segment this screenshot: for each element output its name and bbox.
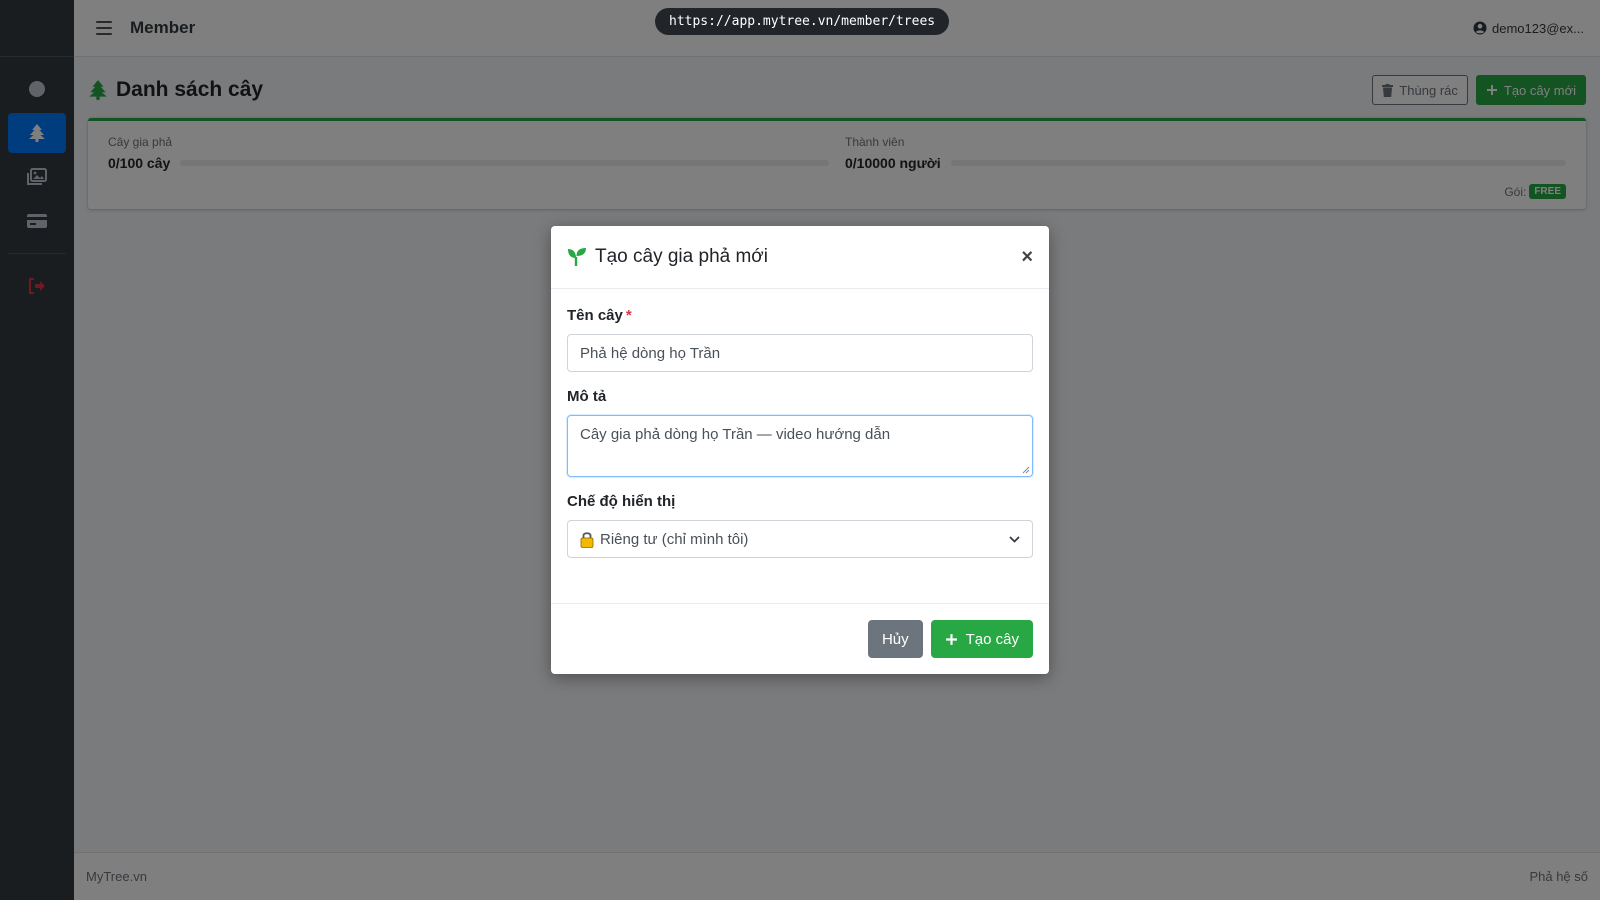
- description-value: Cây gia phả dòng họ Trần — video hướng d…: [580, 426, 891, 443]
- tree-name-value: Phả hệ dòng họ Trần: [580, 344, 721, 362]
- name-label: Tên cây *: [567, 307, 1033, 324]
- visibility-value: Riêng tư (chỉ mình tôi): [600, 530, 749, 548]
- submit-create-button[interactable]: Tạo cây: [930, 620, 1033, 658]
- description-label: Mô tả: [567, 388, 607, 405]
- chevron-down-icon: [1009, 535, 1020, 543]
- name-label-text: Tên cây: [567, 307, 623, 324]
- modal-title-text: Tạo cây gia phả mới: [595, 246, 768, 267]
- name-group: Tên cây * Phả hệ dòng họ Trần: [567, 307, 1033, 372]
- cancel-button[interactable]: Hủy: [867, 620, 923, 658]
- lock-icon: [580, 531, 594, 548]
- modal-title: Tạo cây gia phả mới: [567, 246, 768, 268]
- modal-header: Tạo cây gia phả mới ×: [551, 226, 1049, 289]
- seedling-icon: [568, 248, 586, 266]
- visibility-group: Chế độ hiển thị Riêng tư (chỉ mình tôi): [567, 493, 1033, 558]
- close-icon[interactable]: ×: [1021, 247, 1033, 267]
- modal-body: Tên cây * Phả hệ dòng họ Trần Mô tả Cây g…: [551, 289, 1049, 558]
- resize-grip-icon[interactable]: [1022, 466, 1030, 474]
- create-tree-modal: Tạo cây gia phả mới × Tên cây * Phả hệ dò…: [551, 226, 1049, 674]
- description-textarea[interactable]: Cây gia phả dòng họ Trần — video hướng d…: [567, 415, 1033, 477]
- plus-icon: [945, 633, 957, 645]
- url-display: https://app.mytree.vn/member/trees: [655, 8, 950, 35]
- cancel-button-label: Hủy: [881, 630, 909, 648]
- tree-name-input[interactable]: Phả hệ dòng họ Trần: [567, 334, 1033, 372]
- description-group: Mô tả Cây gia phả dòng họ Trần — video h…: [567, 388, 1033, 477]
- modal-footer: Hủy Tạo cây: [551, 603, 1049, 674]
- submit-button-label: Tạo cây: [965, 630, 1019, 648]
- visibility-select[interactable]: Riêng tư (chỉ mình tôi): [567, 520, 1033, 558]
- required-mark: *: [625, 307, 632, 324]
- visibility-label: Chế độ hiển thị: [567, 493, 676, 510]
